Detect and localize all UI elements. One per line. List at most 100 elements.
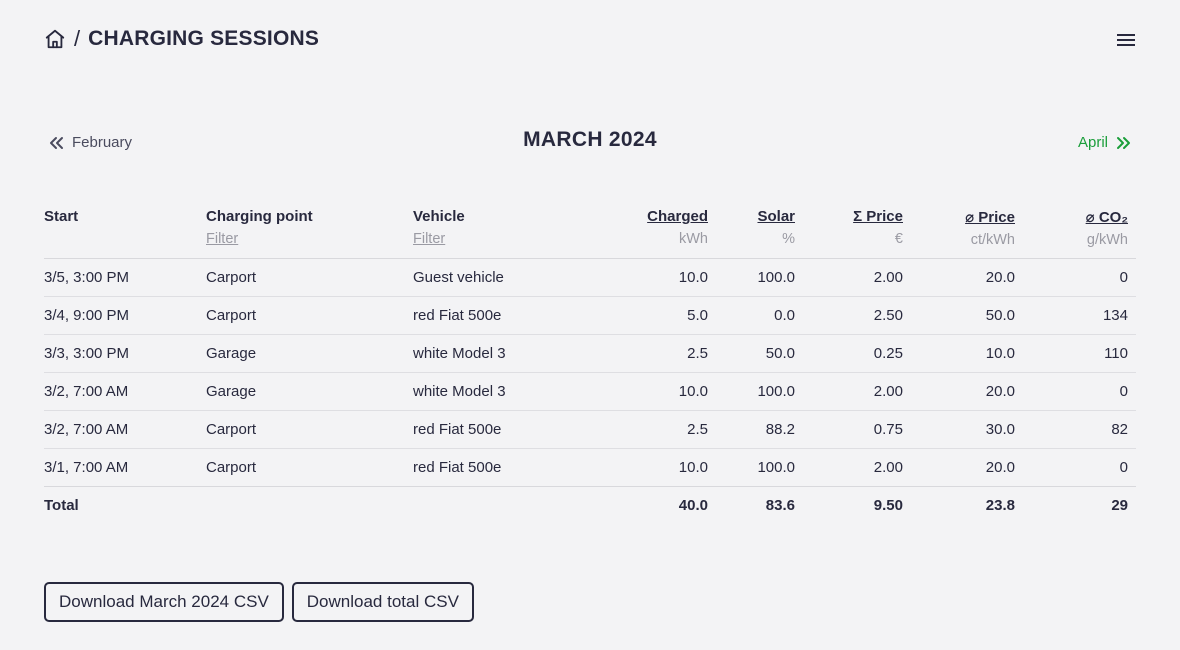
total-price: 9.50 [873,497,903,515]
cell-avg-co2: 82 [1111,421,1128,438]
charging-point-filter[interactable]: Filter [206,231,405,247]
table-row[interactable]: 3/1, 7:00 AM Carport red Fiat 500e 10.0 100.… [44,449,1136,487]
next-month-link[interactable]: April [1078,134,1132,151]
header-vehicle-label: Vehicle [413,208,465,225]
table-row[interactable]: 3/5, 3:00 PM Carport Guest vehicle 10.0 100.… [44,259,1136,297]
cell-avg-price: 20.0 [985,383,1015,400]
cell-vehicle: white Model 3 [413,383,506,400]
hamburger-menu-icon[interactable] [1116,31,1136,49]
header-charged: Charged kWh [613,208,716,259]
download-total-csv-button[interactable]: Download total CSV [291,582,474,622]
total-row: Total 40.0 83.6 9.50 23.8 29 [44,487,1136,525]
sort-avg-co2-button[interactable]: ⌀ CO₂ [1086,209,1128,226]
cell-total-price: 2.00 [873,269,903,286]
cell-charged: 2.5 [687,421,708,438]
cell-total-price: 2.00 [873,383,903,400]
cell-total-price: 2.00 [873,459,903,476]
cell-charged: 10.0 [678,269,708,286]
cell-avg-co2: 134 [1102,307,1128,324]
header-charging-point-label: Charging point [206,208,313,225]
header-solar: Solar % [716,208,803,259]
cell-vehicle: red Fiat 500e [413,307,502,324]
charged-unit: kWh [679,231,708,247]
cell-solar: 50.0 [765,345,795,362]
cell-avg-price: 20.0 [985,269,1015,286]
table-row[interactable]: 3/4, 9:00 PM Carport red Fiat 500e 5.0 0.0 2.… [44,297,1136,335]
sessions-table: Start Charging point Filter Vehicle Filt… [44,208,1136,525]
cell-start: 3/1, 7:00 AM [44,459,129,476]
table-row[interactable]: 3/2, 7:00 AM Carport red Fiat 500e 2.5 88.2 0… [44,411,1136,449]
cell-avg-price: 20.0 [985,459,1015,476]
download-buttons: Download March 2024 CSV Download total C… [44,582,474,622]
header-total-price: Σ Price € [803,208,911,259]
header-vehicle: Vehicle Filter [413,208,613,259]
cell-start: 3/3, 3:00 PM [44,345,130,362]
header-avg-price: ⌀ Price ct/kWh [911,208,1023,259]
breadcrumb-separator: / [74,26,81,51]
page-title: CHARGING SESSIONS [88,27,320,50]
cell-charged: 10.0 [678,459,708,476]
header-start-label: Start [44,208,79,225]
total-empty-cell [206,487,413,525]
total-solar: 83.6 [765,497,795,515]
total-empty-cell [413,487,613,525]
cell-total-price: 2.50 [873,307,903,324]
cell-total-price: 0.25 [873,345,903,362]
cell-start: 3/5, 3:00 PM [44,269,130,286]
cell-total-price: 0.75 [873,421,903,438]
cell-charged: 5.0 [687,307,708,324]
current-month-title: MARCH 2024 [523,128,657,151]
total-price-unit: € [894,231,903,247]
cell-vehicle: Guest vehicle [413,269,504,286]
total-avg-price: 23.8 [985,497,1015,515]
cell-avg-price: 50.0 [985,307,1015,324]
cell-vehicle: white Model 3 [413,345,506,362]
cell-solar: 0.0 [774,307,795,324]
total-charged: 40.0 [678,497,708,515]
vehicle-filter[interactable]: Filter [413,231,605,247]
sort-total-price-button[interactable]: Σ Price [853,208,903,225]
total-label: Total [44,497,79,515]
sort-charged-button[interactable]: Charged [647,208,708,225]
download-month-csv-button[interactable]: Download March 2024 CSV [44,582,284,622]
double-chevron-right-icon [1117,136,1130,149]
header-start: Start [44,208,206,259]
cell-start: 3/2, 7:00 AM [44,383,129,400]
cell-charged: 2.5 [687,345,708,362]
table-row[interactable]: 3/3, 3:00 PM Garage white Model 3 2.5 50.0 0.… [44,335,1136,373]
cell-charged: 10.0 [678,383,708,400]
solar-unit: % [782,231,795,247]
cell-charging-point: Garage [206,345,257,362]
cell-solar: 100.0 [757,459,795,476]
cell-charging-point: Carport [206,421,257,438]
cell-avg-co2: 110 [1104,345,1128,362]
cell-start: 3/4, 9:00 PM [44,307,130,324]
cell-avg-co2: 0 [1119,269,1128,286]
next-month-label: April [1077,134,1108,151]
table-header-row: Start Charging point Filter Vehicle Filt… [44,208,1136,259]
cell-solar: 100.0 [757,383,795,400]
sort-avg-price-button[interactable]: ⌀ Price [965,209,1015,226]
cell-start: 3/2, 7:00 AM [44,421,129,438]
cell-vehicle: red Fiat 500e [413,421,502,438]
header-avg-co2: ⌀ CO₂ g/kWh [1023,208,1136,259]
cell-avg-co2: 0 [1119,383,1128,400]
cell-charging-point: Carport [206,459,257,476]
cell-charging-point: Carport [206,307,257,324]
cell-charging-point: Garage [206,383,257,400]
total-avg-co2: 29 [1111,497,1128,515]
cell-avg-co2: 0 [1119,459,1128,476]
header-charging-point: Charging point Filter [206,208,413,259]
month-navigation: February MARCH 2024 April [44,126,1136,158]
sort-solar-button[interactable]: Solar [757,208,795,225]
cell-vehicle: red Fiat 500e [413,459,502,476]
cell-avg-price: 30.0 [985,421,1015,438]
cell-solar: 100.0 [757,269,795,286]
home-icon[interactable] [44,28,66,50]
avg-co2-unit: g/kWh [1086,232,1128,248]
table-row[interactable]: 3/2, 7:00 AM Garage white Model 3 10.0 100.0… [44,373,1136,411]
cell-avg-price: 10.0 [985,345,1015,362]
cell-solar: 88.2 [765,421,795,438]
cell-charging-point: Carport [206,269,257,286]
avg-price-unit: ct/kWh [970,232,1015,248]
